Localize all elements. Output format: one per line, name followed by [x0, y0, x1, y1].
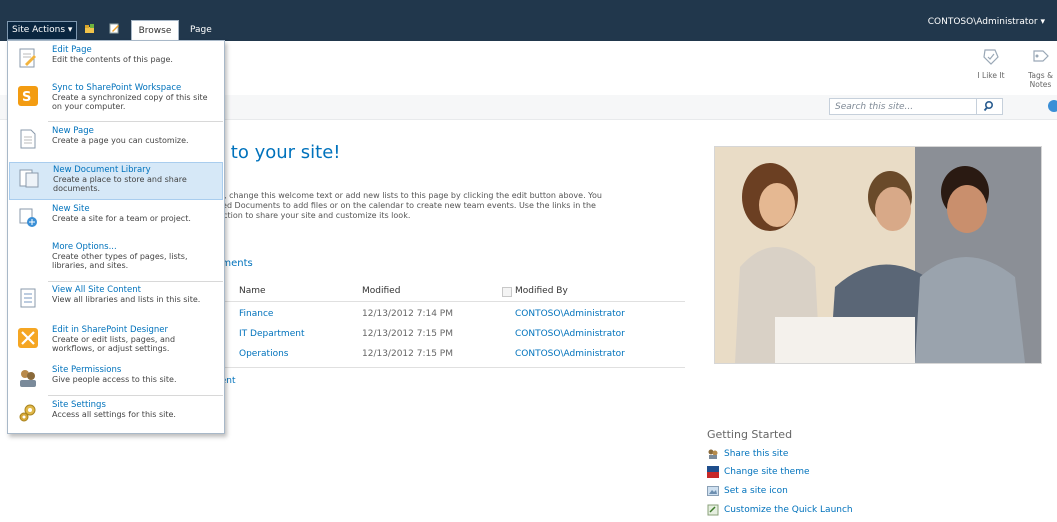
theme-icon	[707, 465, 719, 478]
view-all-content-icon	[20, 288, 36, 308]
i-like-it-label: I Like It	[977, 71, 1005, 80]
image-icon	[707, 485, 719, 496]
table-row-modified: 12/13/2012 7:14 PM	[362, 309, 453, 319]
column-header-modified[interactable]: Modified	[362, 286, 400, 296]
menu-item-description: Give people access to this site.	[52, 375, 177, 384]
menu-item-site-permissions[interactable]: Site Permissions Give people access to t…	[9, 363, 223, 391]
search-input[interactable]: Search this site...	[829, 98, 977, 115]
menu-item-description: Create or edit lists, pages, and workflo…	[52, 335, 176, 353]
menu-separator	[48, 121, 223, 122]
column-header-checkbox-icon	[502, 287, 512, 297]
menu-item-description: Create a synchronized copy of this site …	[52, 93, 208, 111]
table-row-name[interactable]: IT Department	[239, 329, 304, 339]
customize-quick-launch-label: Customize the Quick Launch	[724, 505, 853, 515]
people-illustration	[715, 147, 1041, 363]
column-header-name[interactable]: Name	[239, 286, 266, 296]
tags-icon	[1032, 50, 1049, 62]
menu-item-description: Create a site for a team or project.	[52, 214, 191, 223]
menu-item-edit-page[interactable]: Edit Page Edit the contents of this page…	[9, 43, 223, 73]
table-bottom-divider	[215, 367, 685, 368]
change-theme-link[interactable]: Change site theme	[707, 465, 810, 479]
user-menu[interactable]: CONTOSO\Administrator ▾	[928, 17, 1045, 27]
tags-notes-label-2: Notes	[1029, 80, 1052, 89]
intro-line: ge, change this welcome text or add new …	[214, 191, 602, 200]
column-header-modified-by[interactable]: Modified By	[515, 286, 568, 296]
navigate-up-icon[interactable]	[84, 23, 95, 34]
search-icon	[983, 100, 994, 112]
sharepoint-designer-icon	[18, 328, 38, 348]
menu-item-sharepoint-designer[interactable]: Edit in SharePoint Designer Create or ed…	[9, 323, 223, 361]
table-row-name[interactable]: Finance	[239, 309, 273, 319]
menu-item-title: Edit Page	[52, 45, 92, 55]
menu-item-title: Site Permissions	[52, 365, 122, 375]
table-row-modified-by[interactable]: CONTOSO\Administrator	[515, 309, 625, 319]
getting-started-title: Getting Started	[707, 428, 793, 441]
table-row-modified-by[interactable]: CONTOSO\Administrator	[515, 329, 625, 339]
set-site-icon-label: Set a site icon	[724, 486, 788, 496]
menu-item-new-document-library[interactable]: New Document Library Create a place to s…	[9, 162, 223, 200]
edit-page-icon[interactable]	[109, 23, 120, 34]
new-site-icon	[19, 208, 37, 227]
site-actions-menu: Edit Page Edit the contents of this page…	[7, 40, 225, 434]
tags-notes-label-1: Tags &	[1028, 71, 1053, 80]
menu-item-title: New Site	[52, 204, 90, 214]
menu-item-new-site[interactable]: New Site Create a site for a team or pro…	[9, 202, 223, 240]
menu-item-description: Create a place to store and share docume…	[53, 175, 187, 193]
welcome-title: e to your site!	[214, 142, 341, 163]
change-theme-label: Change site theme	[724, 467, 810, 477]
svg-text:S: S	[22, 90, 31, 105]
menu-item-title: Site Settings	[52, 400, 106, 410]
menu-item-title: Sync to SharePoint Workspace	[52, 83, 182, 93]
new-page-icon	[20, 129, 36, 149]
table-row-modified: 12/13/2012 7:15 PM	[362, 349, 453, 359]
intro-line: ared Documents to add files or on the ca…	[214, 201, 596, 210]
intro-text: ge, change this welcome text or add new …	[214, 191, 694, 221]
tab-page[interactable]: Page	[190, 20, 212, 41]
menu-item-description: Edit the contents of this page.	[52, 55, 173, 64]
team-photo	[714, 146, 1042, 364]
i-like-it-button[interactable]: I Like It	[976, 47, 1006, 80]
menu-item-site-settings[interactable]: Site Settings Access all settings for th…	[9, 398, 223, 428]
menu-item-title: Edit in SharePoint Designer	[52, 325, 169, 335]
table-row-modified: 12/13/2012 7:15 PM	[362, 329, 453, 339]
document-library-icon	[19, 169, 39, 188]
menu-separator	[48, 281, 223, 282]
tab-browse[interactable]: Browse	[131, 20, 179, 42]
share-site-label: Share this site	[724, 449, 789, 459]
sharepoint-workspace-icon: S	[18, 86, 38, 106]
gear-icon	[19, 404, 36, 422]
thumbs-up-icon	[983, 49, 999, 65]
table-row-name[interactable]: Operations	[239, 349, 288, 359]
menu-item-description: Access all settings for this site.	[52, 410, 176, 419]
menu-item-title: New Page	[52, 126, 94, 136]
search-button[interactable]	[977, 98, 1003, 115]
menu-item-new-page[interactable]: New Page Create a page you can customize…	[9, 124, 223, 160]
menu-separator	[48, 395, 223, 396]
top-bar: Site Actions ▾ Browse Page CONTOSO\Admin…	[0, 0, 1057, 42]
people-permissions-icon	[20, 370, 36, 387]
quick-launch-icon	[707, 504, 719, 515]
menu-item-title: More Options...	[52, 242, 117, 252]
share-icon	[708, 449, 718, 459]
edit-page-icon	[19, 48, 36, 68]
menu-item-description: Create a page you can customize.	[52, 136, 189, 145]
set-site-icon-link[interactable]: Set a site icon	[707, 484, 788, 498]
customize-quick-launch-link[interactable]: Customize the Quick Launch	[707, 503, 853, 517]
tags-notes-button[interactable]: Tags & Notes	[1024, 47, 1057, 89]
share-site-link[interactable]: Share this site	[707, 447, 788, 461]
menu-item-sync-workspace[interactable]: S Sync to SharePoint Workspace Create a …	[9, 81, 223, 119]
menu-item-description: View all libraries and lists in this sit…	[52, 295, 201, 304]
menu-item-more-options[interactable]: More Options... Create other types of pa…	[9, 240, 223, 278]
menu-item-title: View All Site Content	[52, 285, 141, 295]
intro-line: section to share your site and customize…	[214, 211, 411, 220]
table-row-modified-by[interactable]: CONTOSO\Administrator	[515, 349, 625, 359]
site-actions-button[interactable]: Site Actions ▾	[7, 21, 78, 40]
menu-item-description: Create other types of pages, lists, libr…	[52, 252, 188, 270]
table-divider	[215, 301, 685, 302]
help-icon[interactable]	[1048, 100, 1057, 112]
menu-item-view-all-content[interactable]: View All Site Content View all libraries…	[9, 283, 223, 321]
menu-item-title: New Document Library	[53, 165, 151, 175]
